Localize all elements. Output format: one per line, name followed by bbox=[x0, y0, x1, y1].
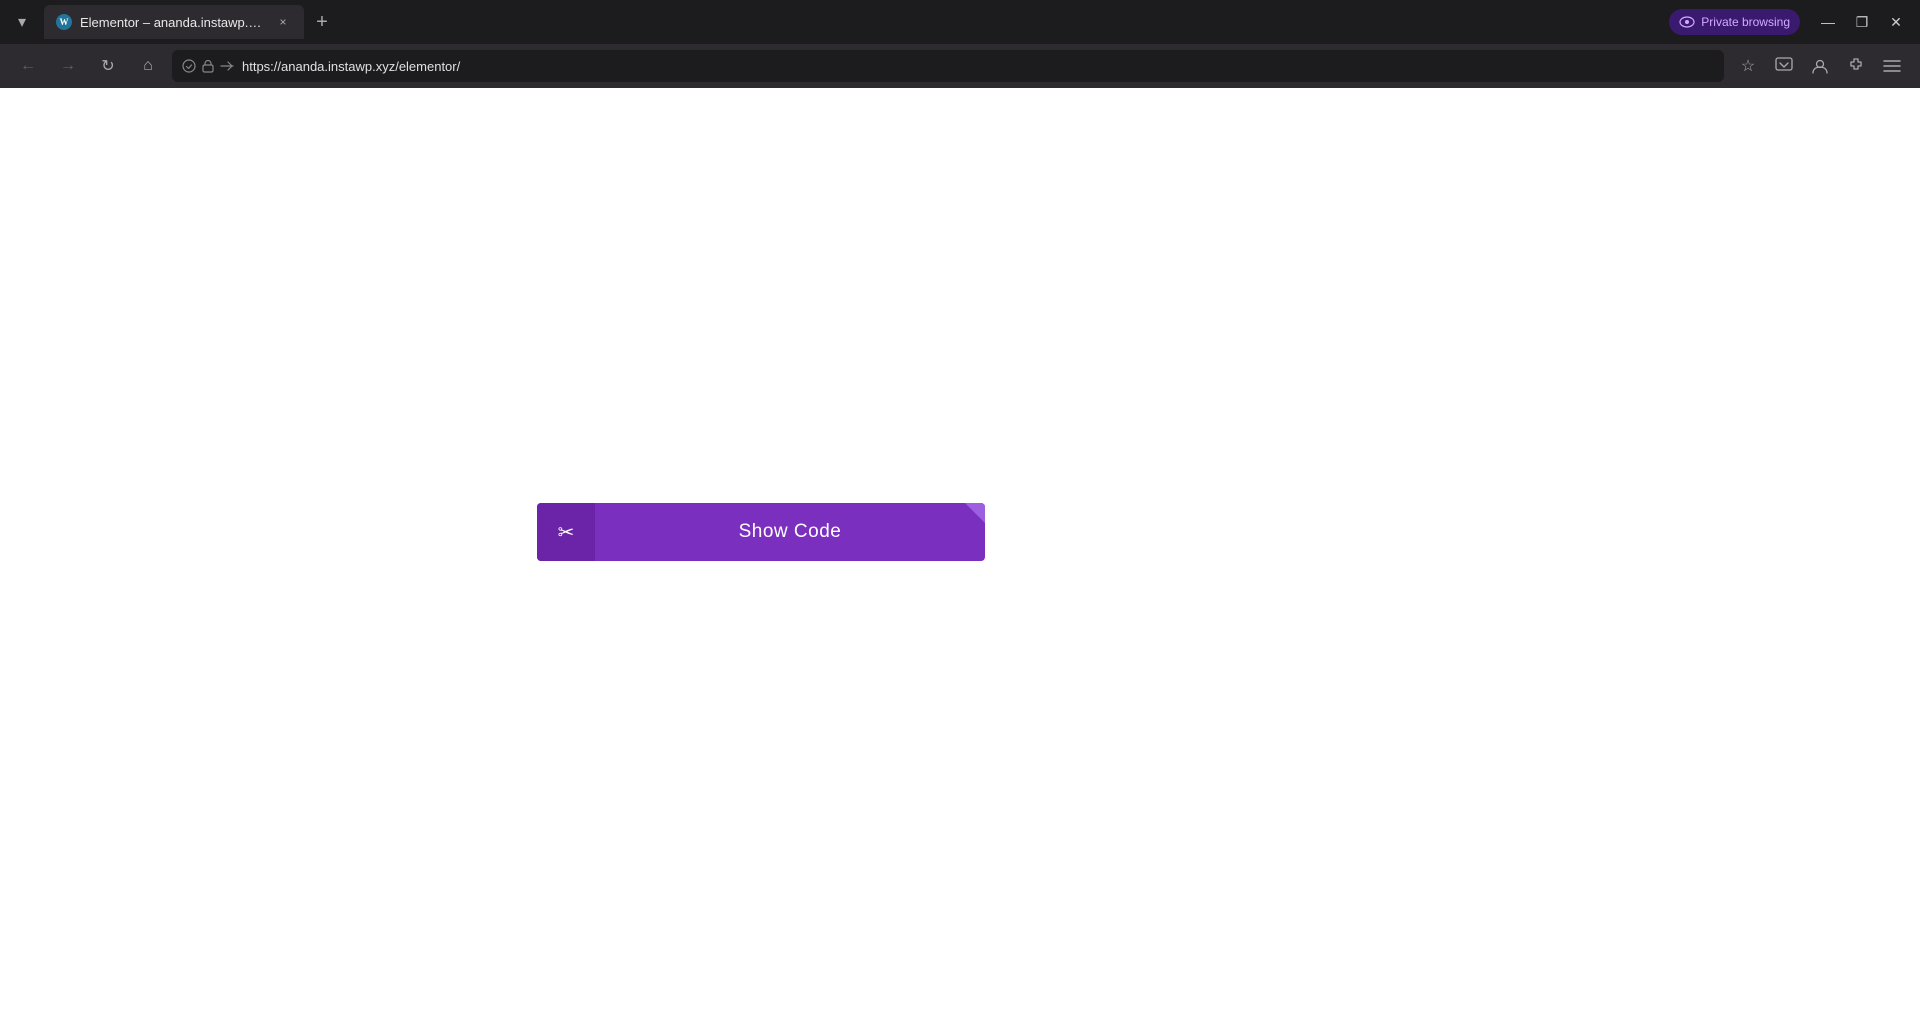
show-code-icon-area: ✂ bbox=[537, 503, 595, 561]
show-code-button[interactable]: ✂ Show Code bbox=[537, 503, 985, 561]
nav-right-icons: ☆ bbox=[1732, 50, 1908, 82]
reload-button[interactable]: ↻ bbox=[92, 50, 124, 82]
window-controls: — ❐ ✕ bbox=[1812, 6, 1912, 38]
security-icon bbox=[182, 59, 196, 73]
account-button[interactable] bbox=[1804, 50, 1836, 82]
restore-button[interactable]: ❐ bbox=[1846, 6, 1878, 38]
home-button[interactable]: ⌂ bbox=[132, 50, 164, 82]
pocket-button[interactable] bbox=[1768, 50, 1800, 82]
menu-button[interactable] bbox=[1876, 50, 1908, 82]
title-bar-right: Private browsing — ❐ ✕ bbox=[1669, 6, 1912, 38]
title-bar: ▾ W Elementor – ananda.instawp.xyz × + bbox=[0, 0, 1920, 44]
active-tab[interactable]: W Elementor – ananda.instawp.xyz × bbox=[44, 5, 304, 39]
forward-button[interactable]: → bbox=[52, 50, 84, 82]
bookmark-button[interactable]: ☆ bbox=[1732, 50, 1764, 82]
private-browsing-icon bbox=[1679, 14, 1695, 30]
page-content: ✂ Show Code bbox=[0, 88, 1920, 1032]
close-button[interactable]: ✕ bbox=[1880, 6, 1912, 38]
tab-close-button[interactable]: × bbox=[274, 13, 292, 31]
tab-bar: W Elementor – ananda.instawp.xyz × + bbox=[44, 0, 1661, 44]
nav-bar: ← → ↻ ⌂ bbox=[0, 44, 1920, 88]
corner-decoration bbox=[965, 503, 985, 523]
lock-icon bbox=[202, 59, 214, 73]
tab-favicon: W bbox=[56, 14, 72, 30]
private-browsing-indicator: Private browsing bbox=[1669, 9, 1800, 35]
tab-list-button[interactable]: ▾ bbox=[8, 8, 36, 36]
scissors-icon: ✂ bbox=[558, 520, 575, 545]
private-browsing-label: Private browsing bbox=[1701, 15, 1790, 29]
back-button[interactable]: ← bbox=[12, 50, 44, 82]
minimize-button[interactable]: — bbox=[1812, 6, 1844, 38]
address-bar[interactable] bbox=[172, 50, 1724, 82]
permissions-icon bbox=[220, 61, 234, 71]
show-code-label: Show Code bbox=[595, 521, 985, 543]
extensions-button[interactable] bbox=[1840, 50, 1872, 82]
new-tab-button[interactable]: + bbox=[308, 8, 336, 36]
tab-title: Elementor – ananda.instawp.xyz bbox=[80, 15, 266, 30]
url-input[interactable] bbox=[242, 59, 1714, 74]
browser-window: ▾ W Elementor – ananda.instawp.xyz × + bbox=[0, 0, 1920, 1032]
address-bar-icons bbox=[182, 59, 234, 73]
